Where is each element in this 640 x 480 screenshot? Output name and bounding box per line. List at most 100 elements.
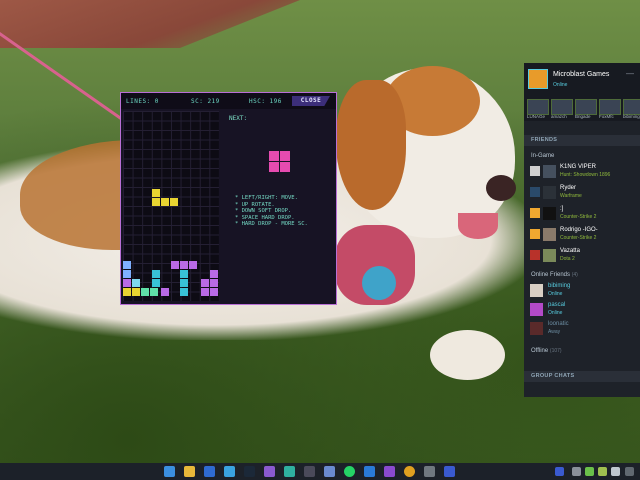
stack-block [180,279,188,287]
friend-name: Ryder [560,185,577,191]
friend-name: loonatic [548,321,569,327]
tray-app-icon[interactable] [625,467,634,476]
app-icon[interactable] [424,466,435,477]
offline-label[interactable]: Offline (107) [531,348,562,354]
recent-friend-name: LUNAGe [527,114,546,119]
tray-app-icon[interactable] [611,467,620,476]
app-icon[interactable] [364,466,375,477]
in-game-label: In-Game [531,153,555,159]
whatsapp-icon[interactable] [344,466,355,477]
wallpaper-dog-paw [430,330,505,380]
friend-row[interactable]: :] Counter-Strike 2 [530,205,640,223]
stack-block [201,288,209,296]
visual-studio-icon[interactable] [384,466,395,477]
friend-row[interactable]: bibiming Online [530,282,640,300]
friend-row[interactable]: pascal Online [530,301,640,319]
recent-friend-avatar[interactable] [551,99,573,115]
steam-icon [530,187,540,197]
stack-block [210,279,218,287]
stack-block [171,261,179,269]
stack-block [152,279,160,287]
stack-block [123,279,131,287]
profile-status[interactable]: Online [553,82,567,88]
cs2-icon [530,208,540,218]
friend-status: Online [548,310,563,316]
wallpaper-dog-nose [486,175,516,201]
friend-row[interactable]: K1NG VIPER Hunt: Showdown 1896 [530,163,640,181]
stack-block [210,270,218,278]
friend-avatar [530,303,543,316]
minimize-icon[interactable]: — [626,69,634,78]
friend-name: Vazatta [560,248,580,254]
friend-name: :] [560,206,564,212]
friend-row[interactable]: loonatic Away [530,320,640,338]
recent-friend-avatar[interactable] [623,99,640,115]
tray-app-icon[interactable] [598,467,607,476]
arrows-icon [530,166,540,176]
stack-block [210,288,218,296]
recent-friend-name: amazch [551,114,567,119]
tetris-board[interactable] [123,111,219,301]
friend-name: K1NG VIPER [560,164,597,170]
wallpaper-brick-path [0,0,300,48]
cs2-icon [530,229,540,239]
stack-block [152,270,160,278]
app-icon[interactable] [264,466,275,477]
app-icon[interactable] [324,466,335,477]
friend-avatar [530,284,543,297]
chrome-icon[interactable] [404,466,415,477]
tray-chevron-icon[interactable] [572,467,581,476]
friend-row[interactable]: Vazatta Dota 2 [530,247,640,265]
recent-friend-avatar[interactable] [527,99,549,115]
hiscore-counter: HSC: 196 [249,98,282,105]
friend-row[interactable]: Rodrigo -IGO- Counter-Strike 2 [530,226,640,244]
friend-avatar [543,228,556,241]
stack-block [201,279,209,287]
friend-avatar [543,186,556,199]
score-counter: SC: 219 [191,98,220,105]
tetris-window[interactable]: LINES: 0 SC: 219 HSC: 196 CLOSE NEXT: * … [120,92,337,305]
tray-app-icon[interactable] [555,467,564,476]
steam-friends-panel[interactable]: Microblast Games Online — LUNAGe amazch … [524,63,640,397]
stack-block [132,288,140,296]
profile-name[interactable]: Microblast Games [553,71,609,78]
tray-app-icon[interactable] [585,467,594,476]
app-icon[interactable] [304,466,315,477]
friend-row[interactable]: Ryder Warframe [530,184,640,202]
start-icon[interactable] [164,466,175,477]
falling-block [152,198,160,206]
wallpaper-dog-ear [336,80,406,210]
recent-friend-name: FoxMfc [599,114,614,119]
lines-counter: LINES: 0 [126,98,159,105]
close-button[interactable]: CLOSE [292,96,330,106]
falling-block [161,198,169,206]
controls-help: * LEFT/RIGHT: MOVE. * UP ROTATE. * DOWN … [235,195,308,227]
recent-friends-strip: LUNAGe amazch Brigade FoxMfc bibiming [526,99,640,119]
stack-block [180,270,188,278]
steam-icon[interactable] [244,466,255,477]
friend-game: Hunt: Showdown 1896 [560,172,611,178]
app-icon[interactable] [204,466,215,477]
steam-profile-header: Microblast Games Online — LUNAGe amazch … [524,63,640,121]
stack-block [189,261,197,269]
friend-avatar [543,207,556,220]
wallpaper-dog-tag [362,266,396,300]
app-icon[interactable] [444,466,455,477]
photos-icon[interactable] [224,466,235,477]
app-icon[interactable] [284,466,295,477]
next-piece-label: NEXT: [229,115,248,122]
friends-section-header[interactable]: FRIENDS [524,135,640,146]
file-explorer-icon[interactable] [184,466,195,477]
stack-block [123,288,131,296]
friend-avatar [543,165,556,178]
stack-block [150,288,158,296]
profile-avatar[interactable] [528,69,548,89]
dota-icon [530,250,540,260]
recent-friend-avatar[interactable] [575,99,597,115]
recent-friend-name: bibiming [623,114,640,119]
recent-friend-avatar[interactable] [599,99,621,115]
recent-friend-name: Brigade [575,114,591,119]
friend-game: Warframe [560,193,582,199]
wallpaper-dog-tongue [458,213,498,239]
group-chats-header[interactable]: GROUP CHATS [524,371,640,382]
